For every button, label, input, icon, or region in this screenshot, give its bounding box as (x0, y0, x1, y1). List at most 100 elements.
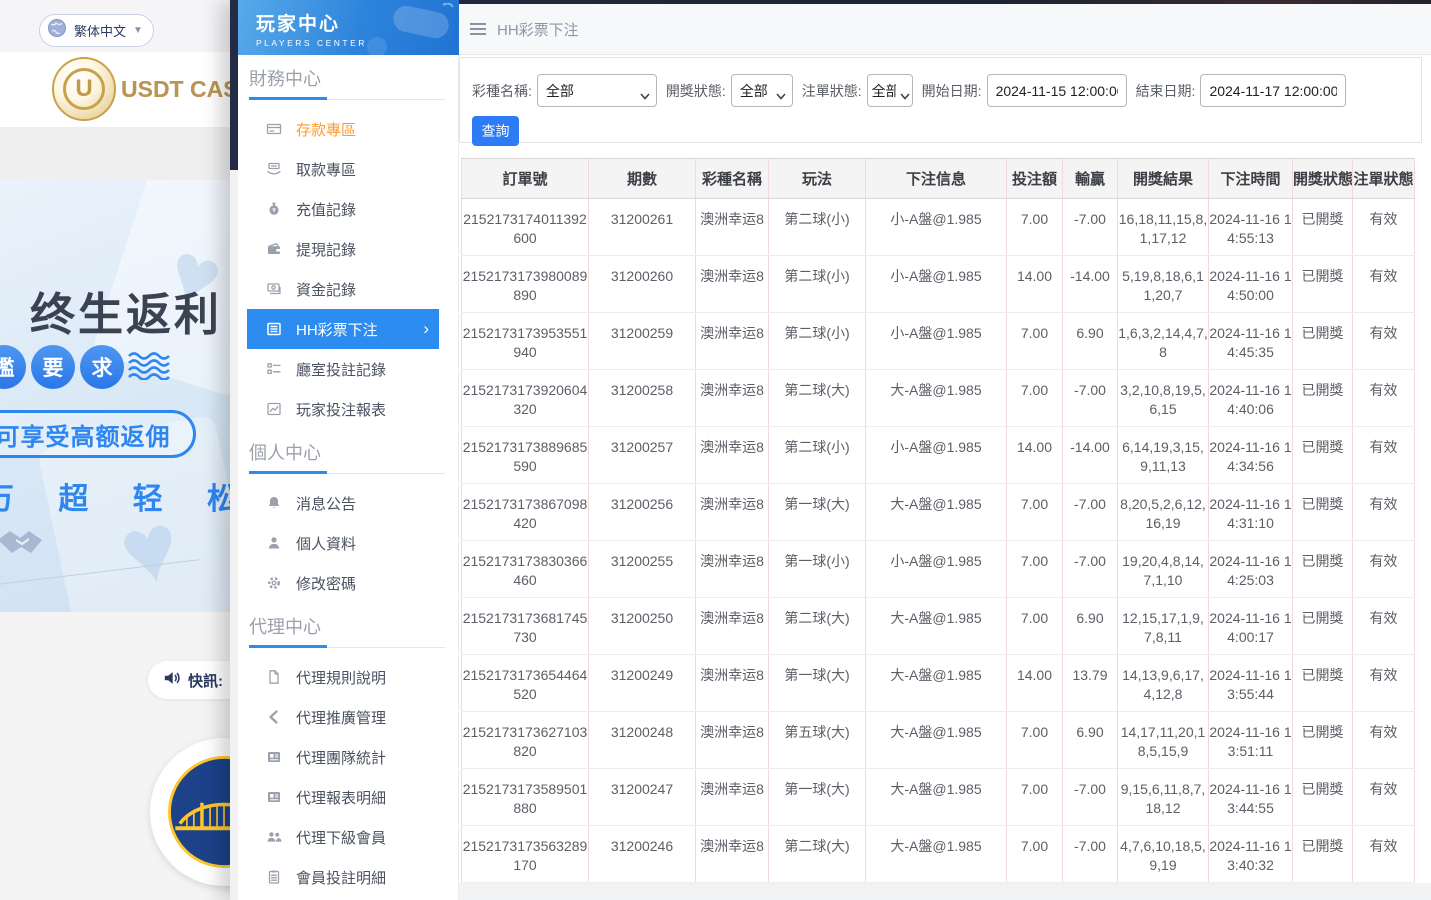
cell-play: 第一球(大) (769, 484, 866, 541)
cell-order-status: 有效 (1353, 484, 1415, 541)
banner-badge: 求 (80, 345, 124, 389)
end-date-input[interactable] (1200, 74, 1346, 107)
cell-win-loss: -14.00 (1063, 256, 1118, 313)
funds-icon (265, 281, 282, 298)
table-row: 215217317388968559031200257澳洲幸运8第二球(小)小-… (462, 427, 1415, 484)
col-header-play: 玩法 (769, 159, 866, 199)
cell-lottery-name: 澳洲幸运8 (696, 541, 769, 598)
sidebar-scrollbar[interactable] (230, 0, 238, 900)
cell-period: 31200248 (589, 712, 696, 769)
cell-bet-info: 小-A盤@1.985 (866, 199, 1007, 256)
content-header: HH彩票下注 (459, 4, 1431, 55)
cell-draw-result: 6,14,19,3,15,9,11,13 (1118, 427, 1209, 484)
col-header-bet-time: 下注時間 (1209, 159, 1293, 199)
col-header-order-no: 訂單號 (462, 159, 589, 199)
table-row: 215217317401139260031200261澳洲幸运8第二球(小)小-… (462, 199, 1415, 256)
order-status-select[interactable]: 全部 (867, 74, 913, 107)
language-label: 繁体中文 (74, 21, 126, 40)
sidebar-item-hh-lottery-bets[interactable]: HH彩票下注 › (247, 309, 439, 349)
cell-draw-result: 9,15,6,11,8,7,18,12 (1118, 769, 1209, 826)
cell-play: 第一球(大) (769, 655, 866, 712)
chevron-right-icon: › (423, 319, 429, 339)
cell-order-no: 2152173173681745730 (462, 598, 589, 655)
sidebar-item-label: 廳室投註記錄 (296, 359, 386, 380)
sidebar-item-label: 代理報表明細 (296, 787, 386, 808)
lottery-name-select[interactable]: 全部 (537, 74, 657, 107)
sidebar-item-agent-team-stats[interactable]: 代理團隊統計 (247, 737, 439, 777)
promo-banner: ♥ ♥ 终生返利 檻要求 可享受高额返佣 万 超 轻 松 (0, 180, 240, 612)
language-selector[interactable]: 繁体中文 ▼ (39, 14, 154, 47)
sidebar-item-agent-report-detail[interactable]: 代理報表明細 (247, 777, 439, 817)
sidebar-item-announcements[interactable]: 消息公告 (247, 483, 439, 523)
sidebar-item-funds-record[interactable]: 資金記錄 (247, 269, 439, 309)
table-row: 215217317395355194031200259澳洲幸运8第二球(小)小-… (462, 313, 1415, 370)
start-date-input[interactable] (987, 74, 1127, 107)
sidebar-item-agent-promotion[interactable]: 代理推廣管理 (247, 697, 439, 737)
handshake-icon (0, 522, 50, 569)
sidebar-item-label: 修改密碼 (296, 573, 356, 594)
sidebar-item-label: HH彩票下注 (296, 319, 378, 340)
cell-bet-time: 2024-11-16 14:34:56 (1209, 427, 1293, 484)
cell-lottery-name: 澳洲幸运8 (696, 256, 769, 313)
sidebar-item-deposit[interactable]: 存款專區 (247, 109, 439, 149)
search-button[interactable]: 查詢 (472, 116, 519, 146)
sidebar-item-withdraw-record[interactable]: 提現記錄 (247, 229, 439, 269)
banner-badge: 要 (31, 345, 75, 389)
bell-icon (265, 495, 282, 512)
sidebar-section-title: 代理中心 (249, 613, 459, 641)
sidebar-item-change-password[interactable]: 修改密碼 (247, 563, 439, 603)
cell-win-loss: -7.00 (1063, 769, 1118, 826)
table-row: 215217317392060432031200258澳洲幸运8第二球(大)大-… (462, 370, 1415, 427)
sidebar-item-withdraw[interactable]: 取款專區 (247, 149, 439, 189)
cell-order-no: 2152173174011392600 (462, 199, 589, 256)
stats-icon (265, 749, 282, 766)
menu-toggle-icon[interactable] (470, 23, 486, 35)
start-date-label: 開始日期: (922, 81, 982, 101)
sidebar-item-label: 會員投註明細 (296, 867, 386, 888)
cell-period: 31200256 (589, 484, 696, 541)
sidebar-item-label: 充值記錄 (296, 199, 356, 220)
cell-play: 第一球(大) (769, 769, 866, 826)
cell-order-no: 2152173173920604320 (462, 370, 589, 427)
cell-draw-status: 已開獎 (1293, 826, 1353, 883)
sidebar-item-agent-sub-members[interactable]: 代理下級會員 (247, 817, 439, 857)
table-row: 215217317368174573031200250澳洲幸运8第二球(大)大-… (462, 598, 1415, 655)
cell-draw-result: 16,18,11,15,8,1,17,12 (1118, 199, 1209, 256)
cell-draw-status: 已開獎 (1293, 769, 1353, 826)
cell-bet-info: 小-A盤@1.985 (866, 313, 1007, 370)
cell-bet-amount: 7.00 (1007, 370, 1063, 427)
col-header-period: 期數 (589, 159, 696, 199)
sidebar-item-hall-bet-records[interactable]: 廳室投註記錄 (247, 349, 439, 389)
globe-icon (47, 18, 67, 43)
cell-lottery-name: 澳洲幸运8 (696, 313, 769, 370)
sidebar-item-profile[interactable]: 個人資料 (247, 523, 439, 563)
cell-order-no: 2152173173563289170 (462, 826, 589, 883)
cell-play: 第二球(大) (769, 598, 866, 655)
cell-draw-status: 已開獎 (1293, 199, 1353, 256)
cell-bet-info: 大-A盤@1.985 (866, 598, 1007, 655)
lottery-name-label: 彩種名稱: (472, 81, 532, 101)
main-content: HH彩票下注 彩種名稱: 全部 開獎狀態: 全部 注單狀態: (459, 0, 1431, 900)
cell-draw-status: 已開獎 (1293, 598, 1353, 655)
cell-bet-info: 大-A盤@1.985 (866, 484, 1007, 541)
cell-draw-status: 已開獎 (1293, 655, 1353, 712)
scrollbar-thumb[interactable] (230, 0, 238, 170)
cell-bet-info: 小-A盤@1.985 (866, 256, 1007, 313)
cell-bet-time: 2024-11-16 14:55:13 (1209, 199, 1293, 256)
cell-draw-status: 已開獎 (1293, 541, 1353, 598)
col-header-draw-status: 開獎狀態 (1293, 159, 1353, 199)
sidebar-item-agent-rules[interactable]: 代理規則說明 (247, 657, 439, 697)
chevron-down-icon: ▼ (133, 25, 143, 36)
draw-status-select[interactable]: 全部 (731, 74, 793, 107)
sidebar-item-recharge-record[interactable]: 充值記錄 (247, 189, 439, 229)
cell-bet-time: 2024-11-16 14:00:17 (1209, 598, 1293, 655)
sidebar-item-member-bet-detail[interactable]: 會員投註明細 (247, 857, 439, 897)
cell-order-status: 有效 (1353, 199, 1415, 256)
cell-order-status: 有效 (1353, 826, 1415, 883)
cell-draw-result: 19,20,4,8,14,7,1,10 (1118, 541, 1209, 598)
sidebar-item-player-bet-report[interactable]: 玩家投注報表 (247, 389, 439, 429)
cell-bet-info: 大-A盤@1.985 (866, 370, 1007, 427)
cell-bet-amount: 7.00 (1007, 313, 1063, 370)
cell-win-loss: -7.00 (1063, 541, 1118, 598)
table-row: 215217317362710382031200248澳洲幸运8第五球(大)大-… (462, 712, 1415, 769)
